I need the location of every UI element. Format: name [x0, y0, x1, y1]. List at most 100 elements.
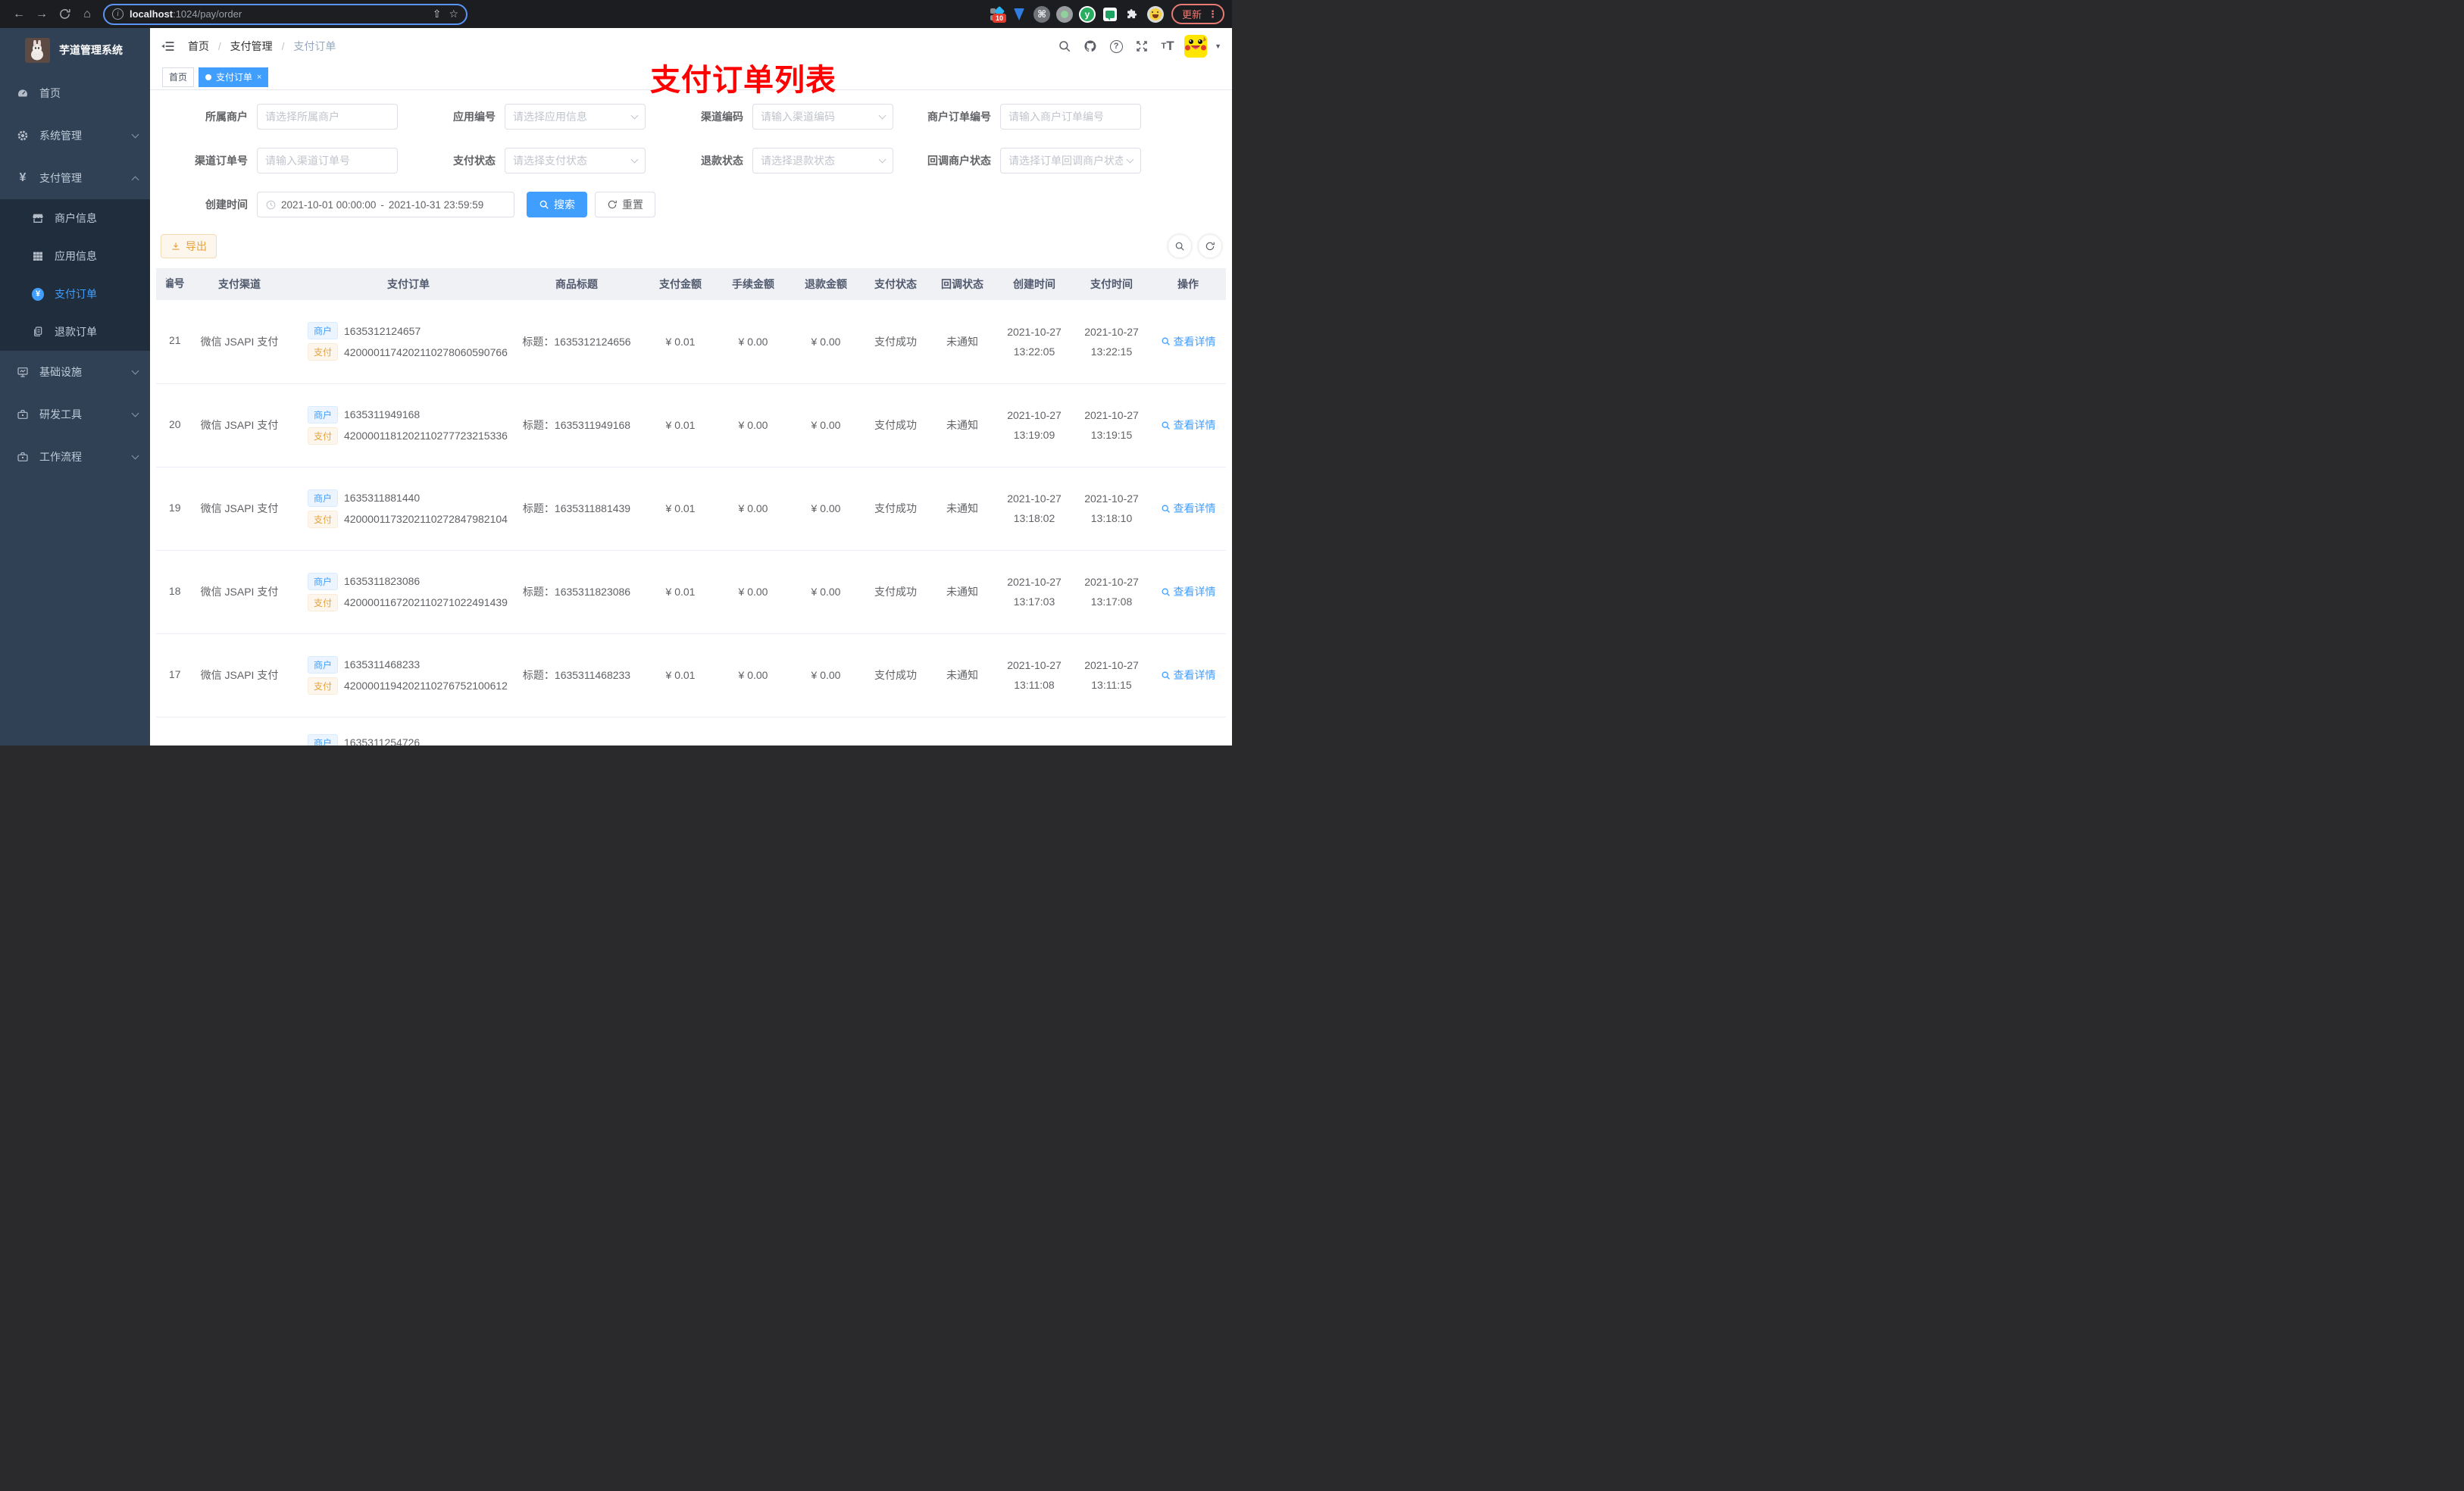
app-select[interactable]: 请选择应用信息 — [505, 104, 646, 130]
cell-notify-status: 未通知 — [929, 383, 996, 467]
search-button[interactable]: 搜索 — [527, 192, 587, 217]
bookmark-star-icon[interactable]: ☆ — [449, 8, 458, 20]
github-icon[interactable] — [1081, 37, 1099, 55]
cell-refund: ¥ 0.00 — [790, 300, 862, 384]
avatar-caret-icon[interactable]: ▼ — [1215, 42, 1221, 50]
view-detail-link[interactable]: 查看详情 — [1161, 667, 1216, 683]
fullscreen-icon[interactable] — [1133, 37, 1151, 55]
cell-fee: ¥ 0.00 — [717, 633, 790, 717]
cell-notify-status: 未通知 — [929, 300, 996, 384]
merchant-order-no-field[interactable] — [1008, 111, 1133, 123]
merchant-order-no-input[interactable] — [1000, 104, 1141, 130]
cell-amount: ¥ 0.01 — [644, 300, 717, 384]
merchant-order-no: 1635311823086 — [344, 575, 421, 587]
reset-button[interactable]: 重置 — [595, 192, 655, 217]
extension-record-icon[interactable] — [1053, 3, 1076, 26]
view-detail-link[interactable]: 查看详情 — [1161, 334, 1216, 349]
cell-fee: ¥ 0.00 — [717, 300, 790, 384]
merchant-input[interactable] — [257, 104, 398, 130]
extension-y-icon[interactable]: y — [1076, 3, 1099, 26]
channel-order-no-input[interactable] — [257, 148, 398, 173]
help-icon[interactable]: ? — [1107, 37, 1125, 55]
refund-status-select[interactable]: 请选择退款状态 — [752, 148, 893, 173]
view-detail-link[interactable]: 查看详情 — [1161, 584, 1216, 599]
channel-order-no-field[interactable] — [265, 155, 389, 167]
cell-refund: ¥ 0.00 — [790, 467, 862, 551]
sidebar-item-home[interactable]: 首页 — [0, 72, 150, 114]
briefcase-icon — [17, 451, 29, 463]
cell-pay-status: 支付成功 — [862, 300, 929, 384]
cell-id: 19 — [156, 467, 194, 551]
chevron-down-icon — [131, 452, 139, 460]
reload-icon[interactable] — [53, 4, 76, 25]
sidebar-item-label: 基础设施 — [39, 366, 82, 378]
sidebar-item-pay[interactable]: ¥ 支付管理 — [0, 157, 150, 199]
merchant-order-no: 1635311468233 — [344, 658, 421, 670]
merchant-input-field[interactable] — [265, 111, 389, 123]
tab-pay-order[interactable]: 支付订单 × — [199, 67, 269, 87]
font-size-icon[interactable]: TT — [1159, 37, 1177, 55]
sidebar-item-app-info[interactable]: 应用信息 — [0, 237, 150, 275]
extension-kite-icon[interactable] — [1008, 3, 1030, 26]
share-icon[interactable]: ⇧ — [433, 8, 442, 20]
content: 所属商户 应用编号 请选择应用信息 渠道编码 — [150, 90, 1232, 746]
hamburger-icon[interactable] — [161, 39, 176, 54]
cell-id: 18 — [156, 550, 194, 634]
date-start[interactable]: 2021-10-01 00:00:00 — [281, 199, 376, 211]
channel-code-select[interactable]: 请输入渠道编码 — [752, 104, 893, 130]
view-detail-link[interactable]: 查看详情 — [1161, 417, 1216, 433]
date-end[interactable]: 2021-10-31 23:59:59 — [389, 199, 483, 211]
cell-refund: ¥ 0.00 — [790, 383, 862, 467]
back-icon[interactable]: ← — [8, 4, 30, 25]
app-title: 芋道管理系统 — [59, 44, 123, 56]
active-dot-icon — [205, 73, 212, 80]
sidebar-item-infra[interactable]: 基础设施 — [0, 351, 150, 393]
breadcrumb-pay[interactable]: 支付管理 — [230, 40, 273, 52]
site-info-icon[interactable]: i — [112, 8, 124, 20]
pay-tag: 支付 — [308, 427, 339, 445]
extension-command-icon[interactable]: ⌘ — [1030, 3, 1053, 26]
cell-refund: ¥ 0.00 — [790, 633, 862, 717]
merchant-order-no: 1635312124657 — [344, 324, 421, 337]
pay-status-select[interactable]: 请选择支付状态 — [505, 148, 646, 173]
sidebar-item-refund-order[interactable]: 退款订单 — [0, 313, 150, 351]
extension-tabs-icon[interactable]: 10 — [985, 3, 1008, 26]
pay-order-no: 4200001174202110278060590766 — [344, 345, 508, 358]
extension-chat-icon[interactable] — [1099, 3, 1121, 26]
sidebar-item-dev-tools[interactable]: 研发工具 — [0, 393, 150, 436]
export-button[interactable]: 导出 — [161, 234, 217, 258]
tab-home[interactable]: 首页 — [162, 67, 195, 87]
sidebar-item-system[interactable]: 系统管理 — [0, 114, 150, 157]
address-bar[interactable]: i localhost:1024/pay/order ⇧ ☆ — [103, 3, 467, 25]
refresh-icon — [1205, 242, 1215, 251]
home-icon[interactable]: ⌂ — [76, 4, 98, 25]
extension-emoji-icon[interactable] — [1144, 3, 1167, 26]
search-icon[interactable] — [1055, 37, 1074, 55]
browser-update-menu[interactable]: 更新 ⋮ — [1171, 4, 1224, 24]
breadcrumb-home[interactable]: 首页 — [188, 40, 209, 52]
filter-label: 支付状态 — [453, 155, 496, 167]
forward-icon[interactable]: → — [30, 4, 53, 25]
avatar[interactable] — [1184, 35, 1208, 58]
sidebar-item-workflow[interactable]: 工作流程 — [0, 436, 150, 478]
show-search-button[interactable] — [1168, 235, 1191, 258]
cell-create-time: 2021-10-27 13:11:08 — [996, 633, 1073, 717]
tab-label: 支付订单 — [216, 72, 253, 83]
col-pay-status: 支付状态 — [862, 268, 929, 300]
create-time-range[interactable]: 2021-10-01 00:00:00 - 2021-10-31 23:59:5… — [257, 192, 514, 217]
sidebar: 芋道管理系统 首页 系统管理 ¥ 支付管理 商户信息 应用信息 ¥ 支付订单 退… — [0, 28, 150, 746]
cell-pay-time: 2021-10-27 13:11:15 — [1073, 633, 1150, 717]
refresh-table-button[interactable] — [1199, 235, 1221, 258]
extensions-puzzle-icon[interactable] — [1121, 3, 1144, 26]
close-icon[interactable]: × — [257, 73, 261, 82]
cell-channel: 微信 JSAPI 支付 — [194, 383, 285, 467]
col-action: 操作 — [1150, 268, 1226, 300]
cell-pay-order: 商户 1635311949168 支付 42000011812021102777… — [285, 383, 509, 467]
browser-menu-dots-icon[interactable]: ⋮ — [1208, 8, 1218, 20]
sidebar-item-pay-order[interactable]: ¥ 支付订单 — [0, 275, 150, 313]
notify-status-select[interactable]: 请选择订单回调商户状态 — [1000, 148, 1141, 173]
logo[interactable]: 芋道管理系统 — [0, 28, 150, 72]
sidebar-item-merchant-info[interactable]: 商户信息 — [0, 199, 150, 237]
view-detail-link[interactable]: 查看详情 — [1161, 501, 1216, 516]
cell-channel: 微信 JSAPI 支付 — [194, 633, 285, 717]
